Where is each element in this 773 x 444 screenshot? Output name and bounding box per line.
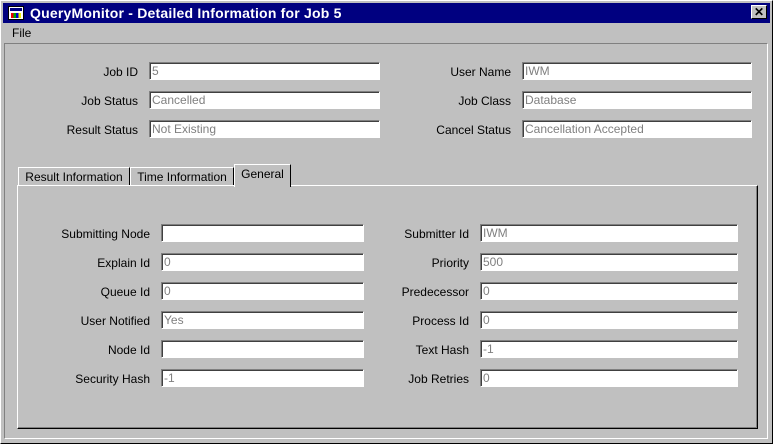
result-status-field[interactable]: Not Existing [149,120,380,138]
general-tab-panel [17,185,758,429]
queue-id-label: Queue Id [100,285,150,299]
user-name-label: User Name [450,65,511,79]
tab-general[interactable]: General [234,164,291,187]
predecessor-label: Predecessor [401,285,469,299]
submitter-id-label: Submitter Id [404,227,469,241]
node-id-label: Node Id [107,343,150,357]
cancel-status-label: Cancel Status [436,123,511,137]
text-hash-field[interactable]: -1 [480,340,738,358]
cancel-status-field[interactable]: Cancellation Accepted [522,120,752,138]
job-id-label: Job ID [103,65,138,79]
job-id-field[interactable]: 5 [149,62,380,80]
user-notified-label: User Notified [80,314,150,328]
explain-id-field[interactable]: 0 [161,253,364,271]
submitter-id-field[interactable]: IWM [480,224,738,242]
text-hash-label: Text Hash [415,343,469,357]
queue-id-field[interactable]: 0 [161,282,364,300]
process-id-field[interactable]: 0 [480,311,738,329]
job-retries-field[interactable]: 0 [480,369,738,387]
job-class-label: Job Class [458,94,511,108]
result-status-label: Result Status [66,123,138,137]
close-icon[interactable]: ✕ [751,5,767,19]
predecessor-field[interactable]: 0 [480,282,738,300]
tab-result-information[interactable]: Result Information [18,167,130,187]
priority-field[interactable]: 500 [480,253,738,271]
user-notified-field[interactable]: Yes [161,311,364,329]
job-status-field[interactable]: Cancelled [149,91,380,109]
security-hash-field[interactable]: -1 [161,369,364,387]
user-name-field[interactable]: IWM [522,62,752,80]
job-class-field[interactable]: Database [522,91,752,109]
tab-time-information[interactable]: Time Information [130,167,234,187]
title-bar[interactable]: QueryMonitor - Detailed Information for … [3,3,770,23]
menu-bar: File [3,24,770,42]
menu-file[interactable]: File [12,26,31,40]
priority-label: Priority [431,256,469,270]
job-status-label: Job Status [81,94,138,108]
process-id-label: Process Id [412,314,469,328]
tab-panel-border [18,186,757,428]
job-details-window: QueryMonitor - Detailed Information for … [0,0,773,444]
explain-id-label: Explain Id [97,256,150,270]
submitting-node-field[interactable] [161,224,364,242]
security-hash-label: Security Hash [75,372,150,386]
app-icon [8,6,24,20]
job-retries-label: Job Retries [408,372,469,386]
node-id-field[interactable] [161,340,364,358]
submitting-node-label: Submitting Node [61,227,150,241]
window-title: QueryMonitor - Detailed Information for … [30,5,342,21]
